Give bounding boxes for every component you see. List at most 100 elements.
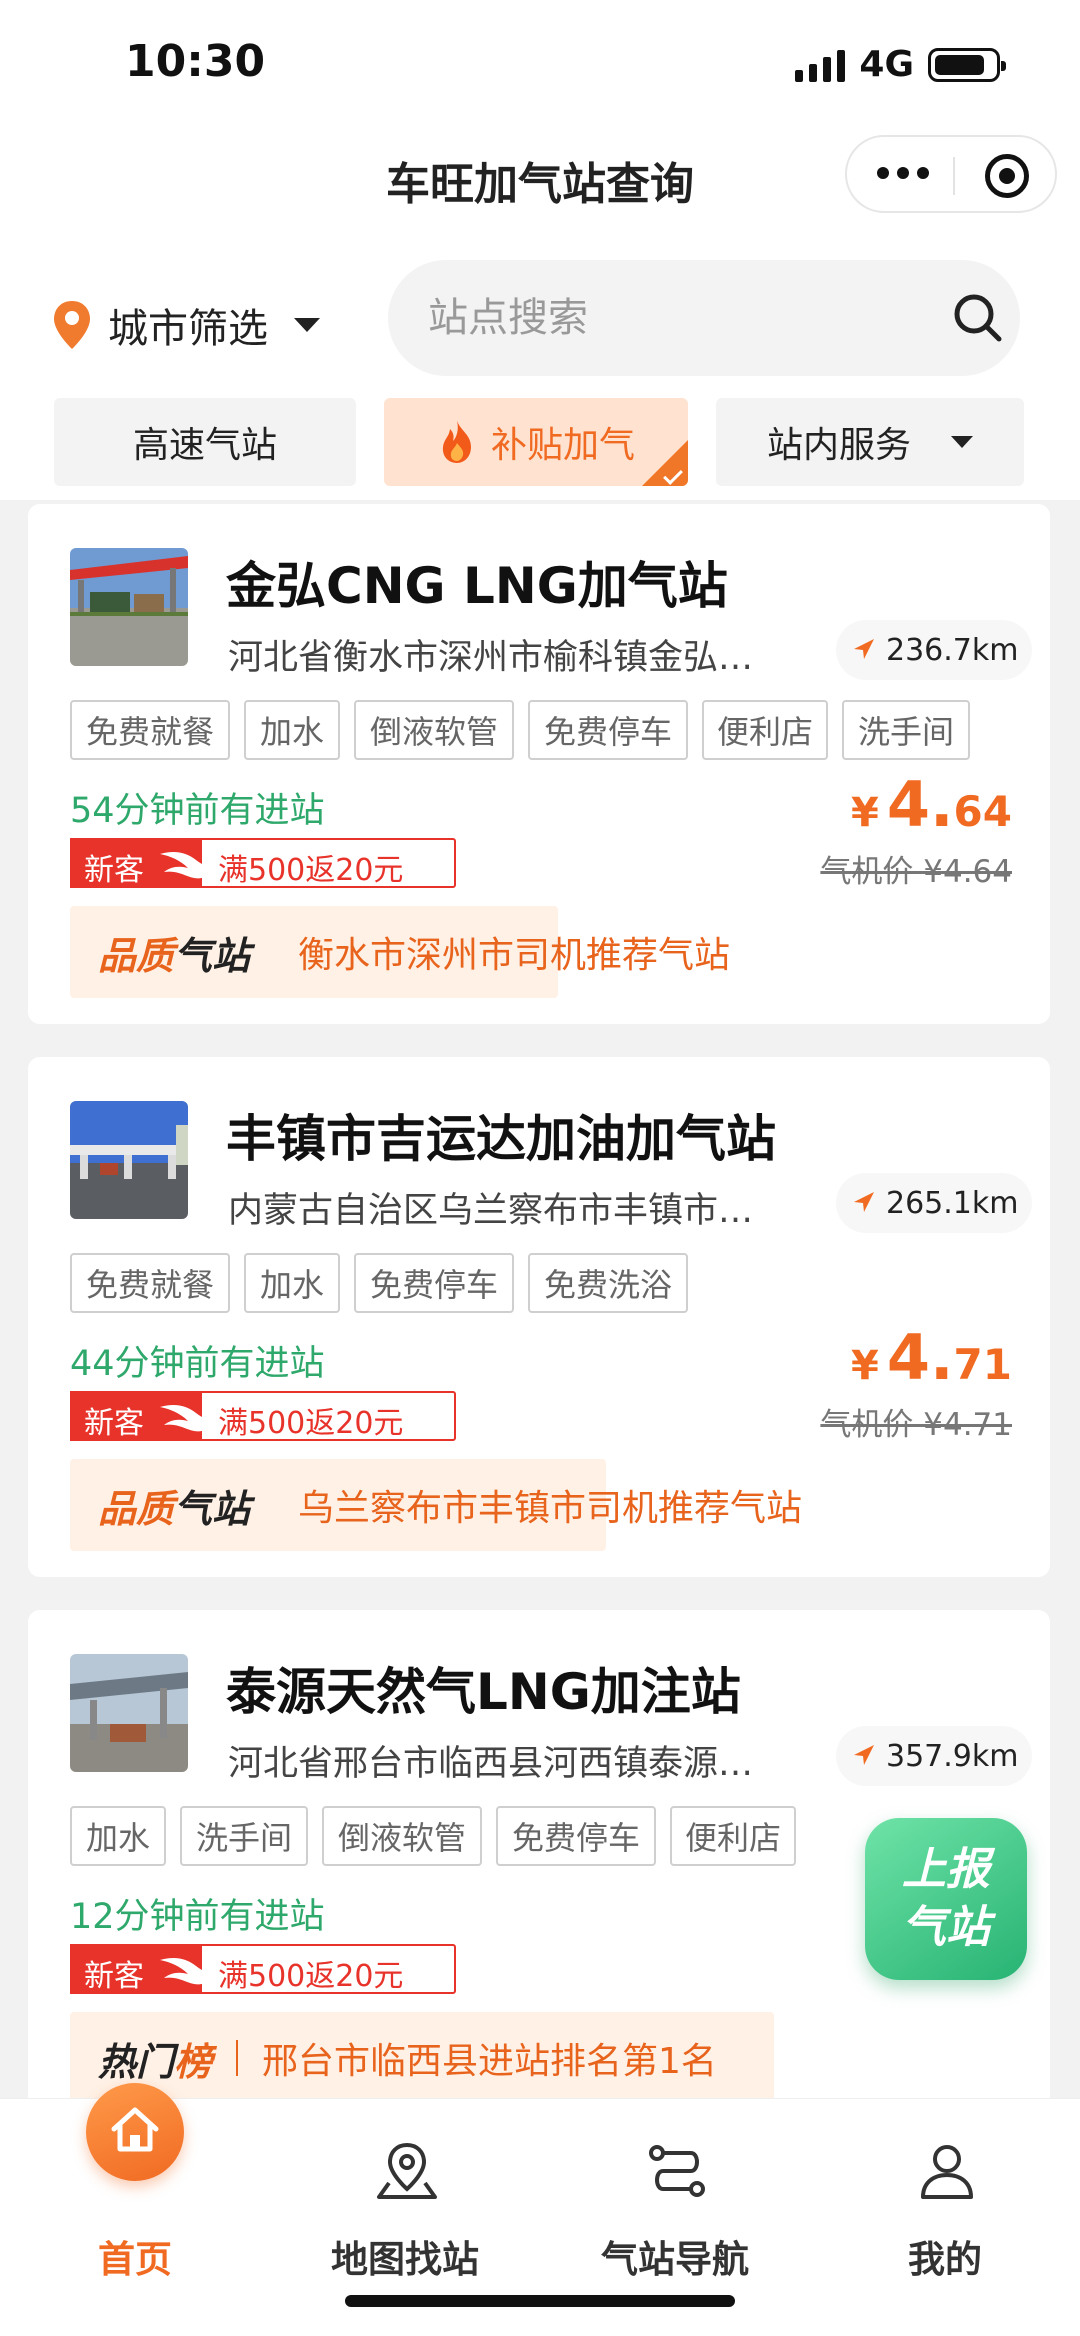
badge-text: 衡水市深州市司机推荐气站 <box>298 935 731 976</box>
station-card[interactable]: 金弘CNG LNG加气站 河北省衡水市深州市榆科镇金弘… 236.7km 免费就… <box>28 504 1050 1024</box>
service-tag: 免费就餐 <box>70 700 230 760</box>
navigation-arrow-icon <box>854 1745 874 1765</box>
signal-icon <box>795 48 846 82</box>
battery-icon <box>928 47 1006 82</box>
search-input[interactable] <box>428 288 908 348</box>
gas-price: ¥4.64 <box>851 768 1012 841</box>
station-address: 内蒙古自治区乌兰察布市丰镇市… <box>228 1191 754 1231</box>
badge-title-part-a: 品质 <box>98 1486 175 1531</box>
report-button-line2: 气站 <box>902 1902 990 1953</box>
service-tags: 免费就餐 加水 倒液软管 免费停车 便利店 洗手间 <box>70 700 1010 762</box>
location-pin-icon <box>54 301 90 349</box>
station-card[interactable]: 丰镇市吉运达加油加气站 内蒙古自治区乌兰察布市丰镇市… 265.1km 免费就餐… <box>28 1057 1050 1577</box>
station-photo <box>70 1654 188 1772</box>
search-icon[interactable] <box>948 288 1008 348</box>
swoosh-icon <box>160 852 214 879</box>
recent-visit-text: 12分钟前有进站 <box>70 1897 325 1937</box>
station-name: 金弘CNG LNG加气站 <box>226 557 728 615</box>
original-price: 气机价 ¥4.64 <box>820 854 1012 890</box>
badge-title-part-a: 品质 <box>98 933 175 978</box>
report-station-button[interactable]: 上报 气站 <box>865 1818 1027 1980</box>
close-miniprogram-icon[interactable] <box>985 154 1029 198</box>
capsule-divider <box>953 157 955 195</box>
tab-navigation[interactable]: 气站导航 <box>540 2099 810 2309</box>
filter-service-label: 站内服务 <box>766 425 911 466</box>
service-tag: 免费停车 <box>354 1253 514 1313</box>
tab-map-label: 地图找站 <box>331 2238 479 2281</box>
network-type: 4G <box>859 44 914 85</box>
distance-value: 236.7km <box>886 632 1019 668</box>
price-integer: 4. <box>886 1321 954 1394</box>
chevron-down-icon <box>294 318 320 332</box>
status-time: 10:30 <box>125 36 266 87</box>
price-currency: ¥ <box>851 1343 879 1389</box>
tab-home-label: 首页 <box>98 2238 172 2281</box>
recent-visit-text: 54分钟前有进站 <box>70 791 325 831</box>
new-customer-promo: 新客 满500返20元 <box>70 1944 456 1994</box>
service-tag: 加水 <box>70 1806 166 1866</box>
station-address: 河北省邢台市临西县河西镇泰源… <box>228 1744 754 1784</box>
price-decimal: 64 <box>953 787 1012 836</box>
filter-subsidy-label: 补贴加气 <box>490 425 635 466</box>
promo-text: 满500返20元 <box>218 1959 404 1994</box>
battery-level <box>935 54 985 75</box>
badge-title-part-a: 热门 <box>98 2039 175 2084</box>
filter-service[interactable]: 站内服务 <box>716 398 1024 486</box>
gas-price: ¥4.71 <box>851 1321 1012 1394</box>
tab-map[interactable]: 地图找站 <box>270 2099 540 2309</box>
station-photo <box>70 1101 188 1219</box>
home-indicator <box>345 2295 735 2307</box>
fire-icon <box>442 421 471 463</box>
filter-highway[interactable]: 高速气站 <box>54 398 356 486</box>
route-icon <box>649 2145 705 2197</box>
filter-subsidy[interactable]: 补贴加气 <box>384 398 688 486</box>
status-bar: 10:30 4G <box>0 0 1080 130</box>
service-tag: 免费洗浴 <box>528 1253 688 1313</box>
status-indicators: 4G <box>795 44 1006 85</box>
badge-text: 乌兰察布市丰镇市司机推荐气站 <box>298 1488 803 1529</box>
swoosh-icon <box>160 1405 214 1432</box>
quality-badge: 品质气站 衡水市深州市司机推荐气站 <box>70 906 730 998</box>
mini-program-capsule <box>845 135 1057 213</box>
city-filter[interactable]: 城市筛选 <box>52 290 320 360</box>
promo-new-label: 新客 <box>84 853 144 888</box>
badge-title-part-b: 气站 <box>174 1486 251 1531</box>
navigation-arrow-icon <box>854 639 874 659</box>
promo-new-label: 新客 <box>84 1406 144 1441</box>
map-pin-icon <box>377 2142 437 2199</box>
service-tag: 倒液软管 <box>354 700 514 760</box>
distance-value: 265.1km <box>886 1185 1019 1221</box>
service-tag: 加水 <box>244 700 340 760</box>
price-decimal: 71 <box>953 1340 1012 1389</box>
distance-badge: 236.7km <box>836 620 1033 680</box>
service-tag: 便利店 <box>702 700 828 760</box>
filter-highway-label: 高速气站 <box>132 425 277 466</box>
distance-badge: 265.1km <box>836 1173 1033 1233</box>
navigation-arrow-icon <box>854 1192 874 1212</box>
recent-visit-text: 44分钟前有进站 <box>70 1344 325 1384</box>
distance-badge: 357.9km <box>836 1726 1033 1786</box>
report-button-line1: 上报 <box>902 1844 990 1895</box>
service-tag: 便利店 <box>670 1806 796 1866</box>
price-currency: ¥ <box>851 790 879 836</box>
nav-bar: 车旺加气站查询 <box>0 130 1080 230</box>
service-tag: 免费就餐 <box>70 1253 230 1313</box>
service-tag: 免费停车 <box>528 700 688 760</box>
chevron-down-icon <box>951 436 973 448</box>
original-price: 气机价 ¥4.71 <box>820 1407 1012 1443</box>
service-tag: 洗手间 <box>842 700 970 760</box>
swoosh-icon <box>160 1958 214 1985</box>
service-tag: 免费停车 <box>496 1806 656 1866</box>
search-box[interactable] <box>388 260 1020 376</box>
new-customer-promo: 新客 满500返20元 <box>70 838 456 888</box>
city-filter-label: 城市筛选 <box>108 306 268 352</box>
badge-title: 热门榜 <box>98 2031 212 2086</box>
tab-mine[interactable]: 我的 <box>810 2099 1080 2309</box>
more-icon[interactable] <box>877 167 929 179</box>
tab-home[interactable]: 首页 <box>0 2083 270 2309</box>
badge-title: 品质气站 <box>98 1478 250 1533</box>
badge-divider <box>236 2040 239 2076</box>
service-tag: 洗手间 <box>180 1806 308 1866</box>
filter-bar: 高速气站 补贴加气 站内服务 <box>54 398 1024 490</box>
tab-mine-label: 我的 <box>908 2238 982 2281</box>
